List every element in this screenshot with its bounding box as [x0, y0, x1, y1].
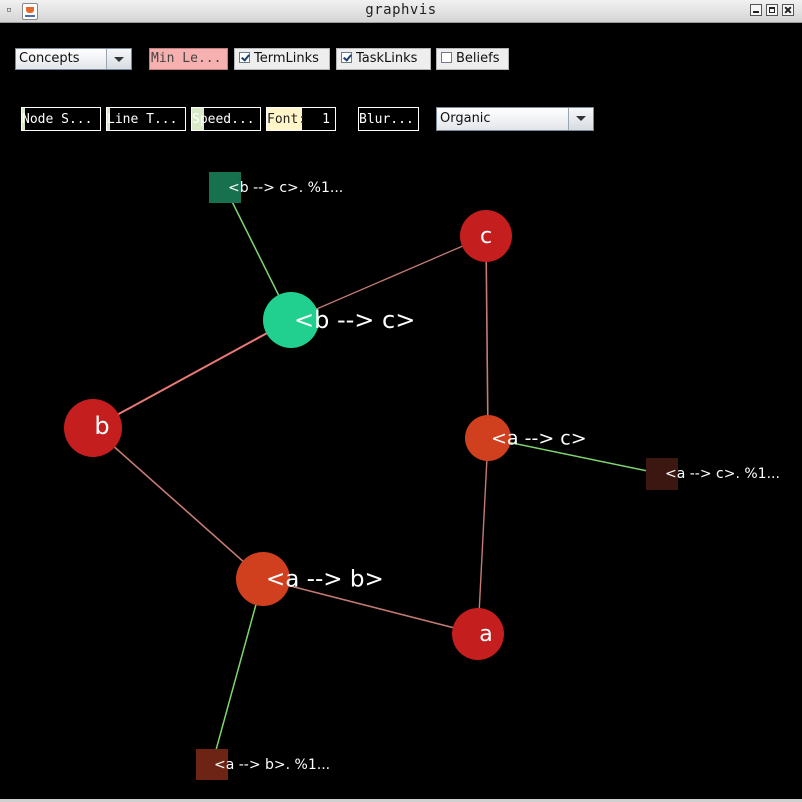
concept-node-label: <a --> c> [491, 428, 587, 450]
concept-node[interactable]: <b --> c> [263, 292, 415, 348]
task-node[interactable]: <a --> c>. %1... [646, 458, 780, 490]
concept-node[interactable]: b [64, 399, 122, 457]
edges-layer [92, 187, 663, 765]
task-node-label: <a --> c>. %1... [665, 466, 780, 482]
task-node-label: <b --> c>. %1... [228, 180, 343, 196]
link-edge [485, 235, 489, 439]
concept-node-circle[interactable] [64, 399, 122, 457]
concept-node[interactable]: a [452, 608, 504, 660]
concept-node-label: <b --> c> [294, 306, 415, 334]
concept-node-circle[interactable] [452, 608, 504, 660]
link-edge [92, 319, 292, 429]
concept-node[interactable]: c [460, 210, 512, 262]
concept-node-label: c [480, 224, 492, 249]
concept-node-label: b [94, 412, 109, 440]
link-edge [92, 427, 264, 580]
task-node-label: <a --> b>. %1... [214, 757, 330, 773]
concept-node-label: a [479, 622, 492, 647]
link-edge [477, 437, 489, 635]
task-node[interactable]: <b --> c>. %1... [209, 172, 343, 203]
link-edge [211, 578, 264, 765]
concept-node[interactable]: <a --> b> [236, 552, 384, 606]
concept-node-label: <a --> b> [266, 567, 384, 593]
task-node[interactable]: <a --> b>. %1... [196, 749, 330, 780]
graph-canvas[interactable]: <b --> c> c b <a --> c> <a --> b> a <b --> c>.… [0, 0, 802, 802]
